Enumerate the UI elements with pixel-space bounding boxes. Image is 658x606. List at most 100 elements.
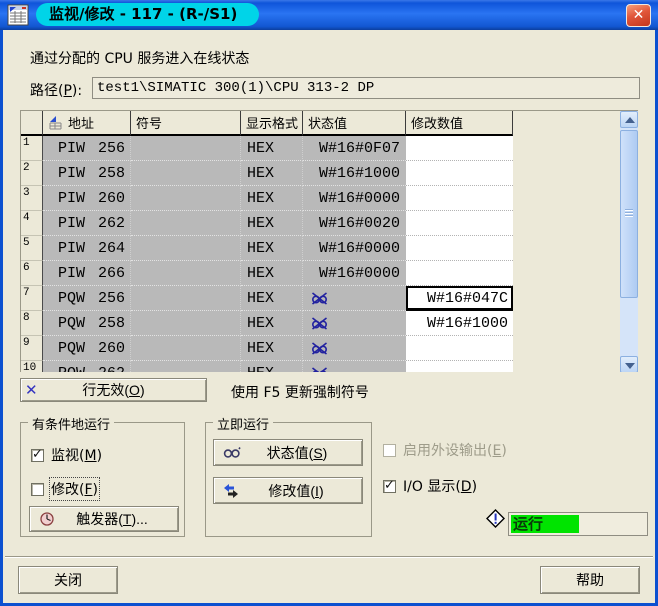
- status-cell: [303, 361, 406, 372]
- path-field[interactable]: test1\SIMATIC 300(1)\CPU 313-2 DP: [92, 77, 640, 99]
- monitor-checkbox-row[interactable]: ✓ 监视(M): [31, 445, 102, 465]
- row-number[interactable]: 1: [21, 136, 43, 161]
- symbol-cell[interactable]: [131, 261, 241, 286]
- address-type: PQW: [58, 315, 85, 332]
- address-cell[interactable]: PIW 256: [43, 136, 131, 161]
- format-cell[interactable]: HEX: [241, 261, 303, 286]
- variable-table-icon: [7, 4, 29, 26]
- io-display-checkbox[interactable]: ✓: [383, 480, 396, 493]
- modify-cell[interactable]: [406, 161, 513, 186]
- symbol-cell[interactable]: [131, 211, 241, 236]
- modify-cell[interactable]: [406, 361, 513, 372]
- modify-cell[interactable]: [406, 261, 513, 286]
- format-cell[interactable]: HEX: [241, 286, 303, 311]
- symbol-cell[interactable]: [131, 336, 241, 361]
- symbol-cell[interactable]: [131, 286, 241, 311]
- status-cell: W#16#1000: [303, 161, 406, 186]
- format-cell[interactable]: HEX: [241, 236, 303, 261]
- row-number[interactable]: 7: [21, 286, 43, 311]
- vertical-scrollbar[interactable]: [620, 111, 638, 372]
- format-cell[interactable]: HEX: [241, 136, 303, 161]
- address-type: PQW: [58, 290, 85, 307]
- help-button[interactable]: 帮助: [540, 566, 640, 594]
- scroll-down-icon[interactable]: [620, 356, 638, 372]
- address-cell[interactable]: PIW 258: [43, 161, 131, 186]
- format-cell[interactable]: HEX: [241, 186, 303, 211]
- modify-cell[interactable]: [406, 336, 513, 361]
- address-cell[interactable]: PQW 262: [43, 361, 131, 372]
- header-format[interactable]: 显示格式: [241, 111, 303, 136]
- address-cell[interactable]: PIW 264: [43, 236, 131, 261]
- address-cell[interactable]: PIW 260: [43, 186, 131, 211]
- row-number[interactable]: 4: [21, 211, 43, 236]
- table-row[interactable]: 4 PIW 262 HEX W#16#0020: [21, 211, 513, 236]
- close-icon[interactable]: ✕: [626, 4, 651, 27]
- address-cell[interactable]: PQW 260: [43, 336, 131, 361]
- symbol-cell[interactable]: [131, 311, 241, 336]
- format-cell[interactable]: HEX: [241, 311, 303, 336]
- table-row[interactable]: 3 PIW 260 HEX W#16#0000: [21, 186, 513, 211]
- symbol-cell[interactable]: [131, 136, 241, 161]
- row-number[interactable]: 2: [21, 161, 43, 186]
- symbol-cell[interactable]: [131, 361, 241, 372]
- trigger-button[interactable]: 触发器(T)...: [29, 506, 179, 532]
- row-number[interactable]: 3: [21, 186, 43, 211]
- monitor-checkbox[interactable]: ✓: [31, 449, 44, 462]
- format-cell[interactable]: HEX: [241, 361, 303, 372]
- status-cell: W#16#0000: [303, 236, 406, 261]
- address-cell[interactable]: PIW 262: [43, 211, 131, 236]
- modify-cell[interactable]: [406, 211, 513, 236]
- table-row[interactable]: 9 PQW 260 HEX: [21, 336, 513, 361]
- modify-cell[interactable]: [406, 236, 513, 261]
- row-invalid-button[interactable]: ✕ 行无效(O): [20, 378, 207, 402]
- table-row[interactable]: 8 PQW 258 HEX W#16#1000: [21, 311, 513, 336]
- header-address[interactable]: 地址: [43, 111, 131, 136]
- row-number[interactable]: 10: [21, 361, 43, 372]
- table-row[interactable]: 2 PIW 258 HEX W#16#1000: [21, 161, 513, 186]
- modify-cell[interactable]: [406, 186, 513, 211]
- table-row[interactable]: 7 PQW 256 HEX W#16#047C: [21, 286, 513, 311]
- modify-checkbox-row[interactable]: ✓ 修改(F): [31, 479, 98, 499]
- address-cell[interactable]: PQW 258: [43, 311, 131, 336]
- format-cell[interactable]: HEX: [241, 211, 303, 236]
- modify-cell[interactable]: W#16#047C: [406, 286, 513, 311]
- format-cell[interactable]: HEX: [241, 336, 303, 361]
- header-status[interactable]: 状态值: [303, 111, 406, 136]
- scroll-up-icon[interactable]: [620, 111, 638, 128]
- symbol-cell[interactable]: [131, 236, 241, 261]
- status-values-button[interactable]: 状态值(S): [213, 439, 363, 466]
- table-row[interactable]: 1 PIW 256 HEX W#16#0F07: [21, 136, 513, 161]
- status-values-label: 状态值(S): [254, 443, 356, 463]
- row-number[interactable]: 8: [21, 311, 43, 336]
- table-row[interactable]: 5 PIW 264 HEX W#16#0000: [21, 236, 513, 261]
- checkmark-icon: ✓: [384, 478, 395, 493]
- row-number[interactable]: 6: [21, 261, 43, 286]
- symbol-cell[interactable]: [131, 161, 241, 186]
- row-number[interactable]: 9: [21, 336, 43, 361]
- io-display-row[interactable]: ✓ I/O 显示(D): [383, 476, 477, 496]
- modify-values-button[interactable]: 修改值(I): [213, 477, 363, 504]
- header-symbol[interactable]: 符号: [131, 111, 241, 136]
- header-modify[interactable]: 修改数值: [406, 111, 513, 136]
- close-button[interactable]: 关闭: [18, 566, 118, 594]
- status-cell: W#16#0F07: [303, 136, 406, 161]
- modify-cell[interactable]: W#16#1000: [406, 311, 513, 336]
- address-cell[interactable]: PIW 266: [43, 261, 131, 286]
- address-offset: 260: [98, 340, 125, 357]
- conditional-run-group: 有条件地运行 ✓ 监视(M) ✓ 修改(F) 触发器(T)...: [20, 422, 185, 537]
- table-row[interactable]: 6 PIW 266 HEX W#16#0000: [21, 261, 513, 286]
- format-cell[interactable]: HEX: [241, 161, 303, 186]
- scrollbar-thumb[interactable]: [620, 130, 638, 298]
- row-number[interactable]: 5: [21, 236, 43, 261]
- peripheral-outputs-checkbox: ✓: [383, 444, 396, 457]
- row-invalid-label: 行无效(O): [82, 380, 144, 400]
- status-value: W#16#1000: [319, 165, 400, 182]
- title-bar[interactable]: 监视/修改 - 117 - (R-/S1) ✕: [0, 0, 658, 30]
- modify-cell[interactable]: [406, 136, 513, 161]
- symbol-cell[interactable]: [131, 186, 241, 211]
- address-cell[interactable]: PQW 256: [43, 286, 131, 311]
- table-row[interactable]: 10 PQW 262 HEX: [21, 361, 513, 372]
- clock-icon: [39, 511, 55, 527]
- cpu-run-status: 运行: [511, 515, 579, 533]
- modify-checkbox[interactable]: ✓: [31, 483, 44, 496]
